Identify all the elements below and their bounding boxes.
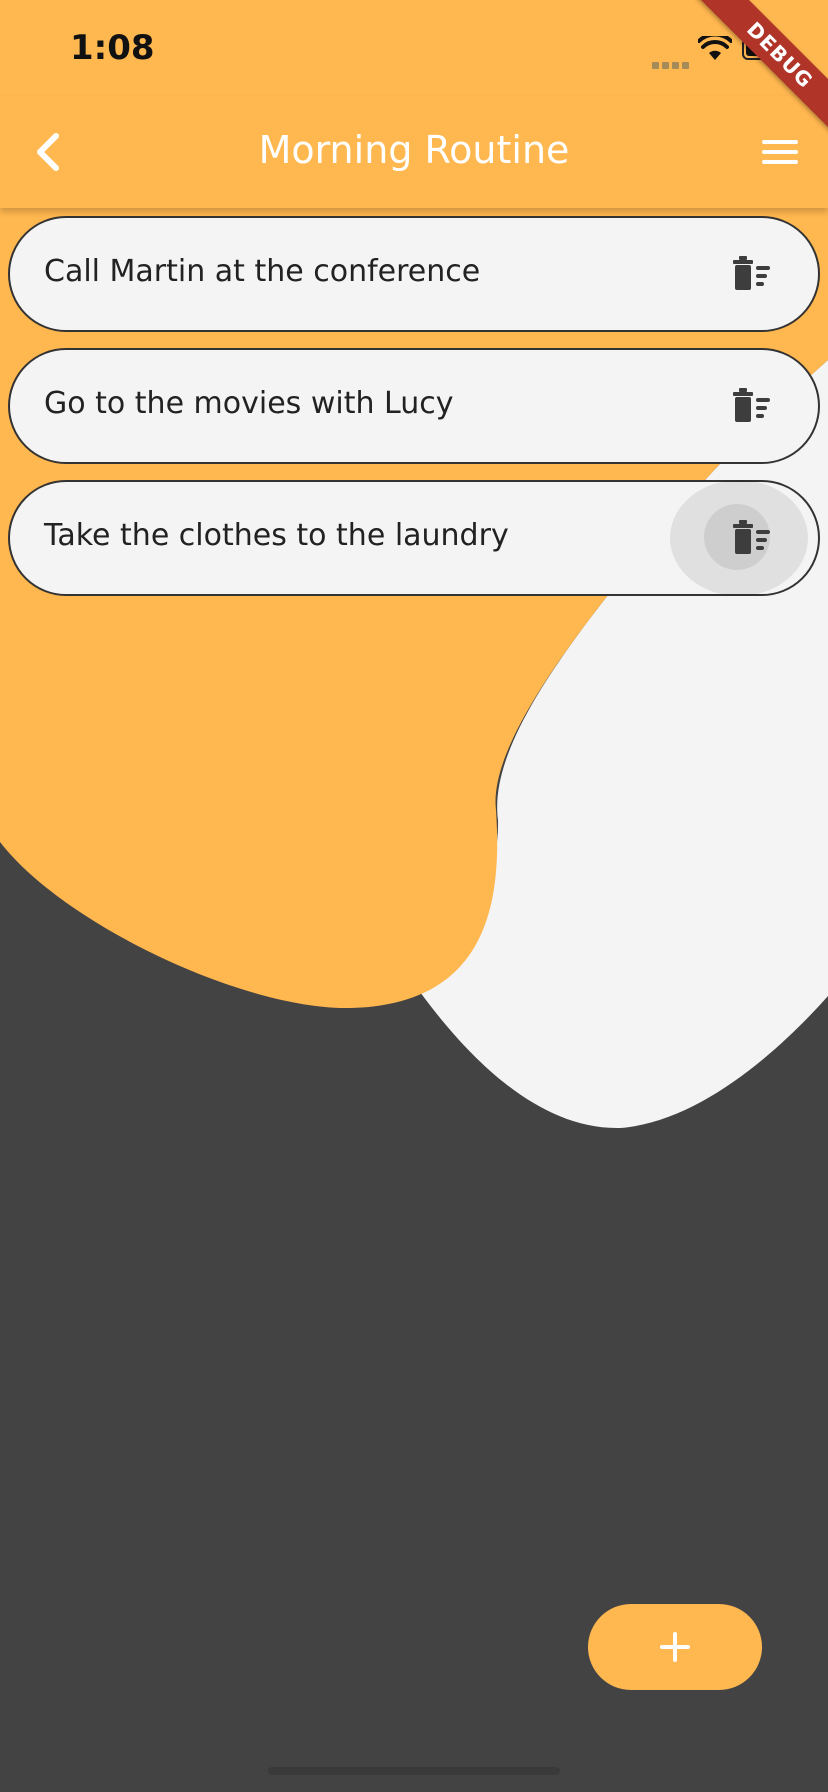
app-bar: Morning Routine: [0, 96, 828, 208]
delete-sweep-icon: [733, 520, 770, 554]
task-label: Call Martin at the conference: [44, 254, 481, 289]
cellular-signal-icon: [652, 54, 692, 73]
list-item[interactable]: Take the clothes to the laundry: [8, 480, 820, 596]
page-title: Morning Routine: [258, 128, 570, 172]
add-task-button[interactable]: [588, 1604, 762, 1690]
delete-sweep-icon: [733, 388, 770, 422]
list-item[interactable]: Go to the movies with Lucy: [8, 348, 820, 464]
delete-sweep-icon: [733, 256, 770, 290]
task-list: Call Martin at the conference Go to the …: [8, 216, 820, 612]
status-time: 1:08: [70, 28, 155, 68]
status-bar: 1:08: [0, 0, 828, 96]
hamburger-menu-icon: [762, 140, 798, 164]
delete-task-button[interactable]: [722, 244, 782, 304]
delete-task-button[interactable]: [722, 376, 782, 436]
list-item[interactable]: Call Martin at the conference: [8, 216, 820, 332]
home-indicator: [268, 1767, 560, 1775]
plus-icon: [660, 1632, 690, 1662]
menu-button[interactable]: [756, 132, 804, 172]
task-label: Go to the movies with Lucy: [44, 386, 454, 421]
wifi-icon: [698, 36, 732, 60]
delete-task-button[interactable]: [722, 508, 782, 568]
task-label: Take the clothes to the laundry: [44, 518, 509, 553]
